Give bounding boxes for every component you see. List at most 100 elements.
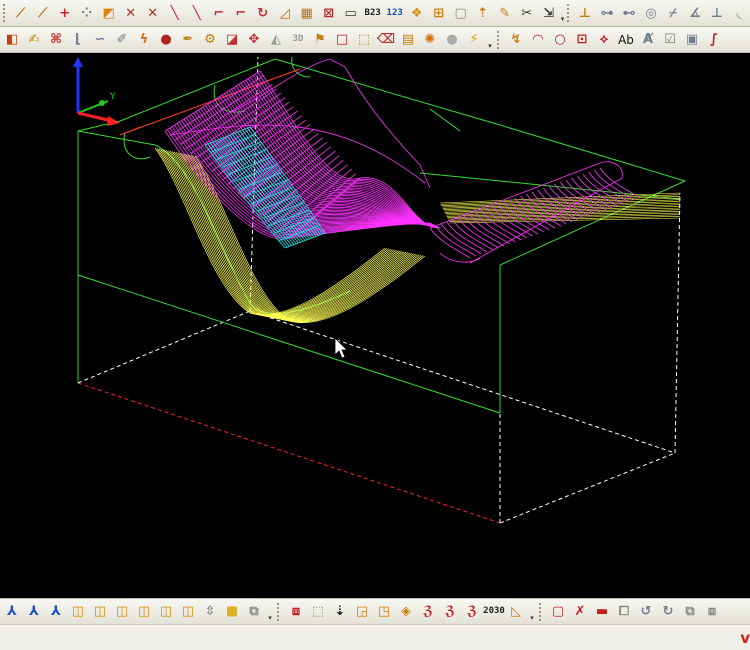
s-curve-icon[interactable]: ∫ [704, 30, 724, 50]
view-square-icon[interactable]: ■ [222, 602, 242, 622]
view-3d-icon[interactable]: 3D [288, 30, 308, 50]
line-horizontal-icon[interactable]: ⊶ [597, 3, 617, 23]
toolbar-overflow-button[interactable]: ▾ [527, 602, 537, 622]
perpendicular-icon[interactable]: ⊥ [707, 3, 727, 23]
line-chain-icon[interactable]: ⟋ [11, 3, 31, 23]
grid-square-icon[interactable]: ⊞ [429, 3, 449, 23]
dot-gray-icon[interactable]: ● [442, 30, 462, 50]
counter-2030-icon[interactable]: 2030 [483, 602, 505, 622]
dimension-text-icon[interactable]: Ⱥ [638, 30, 658, 50]
circle-icon[interactable]: ○ [550, 30, 570, 50]
toolbar-overflow-button[interactable]: ▾ [485, 30, 495, 50]
scissors-icon[interactable]: ✂ [517, 3, 537, 23]
toolbar-grip[interactable] [277, 602, 282, 621]
sparkle-icon[interactable]: ✺ [420, 30, 440, 50]
line-midpoint-icon[interactable]: ⊷ [619, 3, 639, 23]
video-icon[interactable]: ▬ [592, 602, 612, 622]
corner-arc-2-icon[interactable]: ⌐ [231, 3, 251, 23]
rotate-2-icon[interactable]: ↻ [658, 602, 678, 622]
diagonal-line-2-icon[interactable]: ╲ [187, 3, 207, 23]
layer-icon[interactable]: ▤ [398, 30, 418, 50]
square-outline-icon[interactable]: □ [332, 30, 352, 50]
dimension-icon[interactable]: ⊥ [575, 3, 595, 23]
arrow-up-box-icon[interactable]: ⇡ [473, 3, 493, 23]
tangent-icon[interactable]: ⌿ [663, 3, 683, 23]
axis-xyz-3-icon[interactable]: ⅄ [46, 602, 66, 622]
grid-cross-icon[interactable]: ⊠ [319, 3, 339, 23]
3d-viewport[interactable]: Y [0, 53, 750, 598]
checklist-icon[interactable]: ☑ [660, 30, 680, 50]
rotate-icon[interactable]: ↺ [636, 602, 656, 622]
view-right-icon[interactable]: ◫ [134, 602, 154, 622]
layers-icon[interactable]: ⧉ [680, 602, 700, 622]
toolbar-grip[interactable] [497, 30, 502, 49]
view-left-icon[interactable]: ◫ [112, 602, 132, 622]
arc-icon[interactable]: ◠ [528, 30, 548, 50]
wave-icon[interactable]: ∽ [90, 30, 110, 50]
text-ab-icon[interactable]: Ab [616, 30, 636, 50]
pen-draw-icon[interactable]: ✒ [178, 30, 198, 50]
pocket-icon[interactable]: ◲ [352, 602, 372, 622]
eraser-icon[interactable]: ⌫ [376, 30, 396, 50]
calc-icon[interactable]: ▣ [682, 30, 702, 50]
toolpath-z-icon[interactable]: ℨ [418, 602, 438, 622]
sphere-icon[interactable]: ● [156, 30, 176, 50]
toolbar-grip[interactable] [3, 4, 7, 22]
view-bottom-icon[interactable]: ◫ [178, 602, 198, 622]
move-icon[interactable]: ✥ [244, 30, 264, 50]
polyline-icon[interactable]: ⟋ [33, 3, 53, 23]
view-top-icon[interactable]: ◫ [156, 602, 176, 622]
toolbar-overflow-button[interactable]: ▾ [265, 602, 275, 622]
stretch-icon[interactable]: ⇲ [539, 3, 559, 23]
cross-line-2-icon[interactable]: ✕ [143, 3, 163, 23]
extrude-icon[interactable]: ⬚ [354, 30, 374, 50]
delete-shape-icon[interactable]: ✗ [570, 602, 590, 622]
window-icon[interactable]: ⧈ [702, 602, 722, 622]
axis-xyz-2-icon[interactable]: ⅄ [24, 602, 44, 622]
pencil-edit-icon[interactable]: ✎ [495, 3, 515, 23]
drill-icon[interactable]: ⇣ [330, 602, 350, 622]
gear-box-icon[interactable]: ⚙ [200, 30, 220, 50]
toolpath-z3-icon[interactable]: ℨ [462, 602, 482, 622]
lightning-icon[interactable]: ϟ [134, 30, 154, 50]
rectangle-select-icon[interactable]: ⊡ [572, 30, 592, 50]
angle-icon[interactable]: ∡ [685, 3, 705, 23]
curve-arrow-icon[interactable]: ↻ [253, 3, 273, 23]
solid-red-icon[interactable]: ▢ [548, 602, 568, 622]
toolbar-grip[interactable] [539, 602, 544, 621]
rectangle-icon[interactable]: ▭ [341, 3, 361, 23]
frame-icon[interactable]: ▢ [451, 3, 471, 23]
grid-box-icon[interactable]: ▦ [297, 3, 317, 23]
view-iso-icon[interactable]: ⇳ [200, 602, 220, 622]
point-plus-icon[interactable]: + [55, 3, 75, 23]
contour-icon[interactable]: ◳ [374, 602, 394, 622]
copy-icon[interactable]: ⧠ [614, 602, 634, 622]
node-edit-icon[interactable]: ⟡ [594, 30, 614, 50]
box-arrow-icon[interactable]: ◩ [99, 3, 119, 23]
solid-gray-icon[interactable]: ◭ [266, 30, 286, 50]
sequence-icon[interactable]: 123 [385, 3, 405, 23]
triangle-line-icon[interactable]: ◿ [275, 3, 295, 23]
axis-xyz-icon[interactable]: ⅄ [2, 602, 22, 622]
numbering-icon[interactable]: B23 [363, 3, 383, 23]
facing-icon[interactable]: ◈ [396, 602, 416, 622]
pattern-icon[interactable]: ⌘ [46, 30, 66, 50]
solid-cube-icon[interactable]: ◧ [2, 30, 22, 50]
text-shape-icon[interactable]: ✍ [24, 30, 44, 50]
corner-arc-icon[interactable]: ⌐ [209, 3, 229, 23]
surface-finish-icon[interactable]: ◺ [506, 602, 526, 622]
point-grid-icon[interactable]: ⁘ [77, 3, 97, 23]
cross-line-icon[interactable]: ✕ [121, 3, 141, 23]
circle-center-icon[interactable]: ◎ [641, 3, 661, 23]
wand-icon[interactable]: ⚡ [464, 30, 484, 50]
shapes-icon[interactable]: ❖ [407, 3, 427, 23]
profile-icon[interactable]: ⌊ [68, 30, 88, 50]
view-front-icon[interactable]: ◫ [68, 602, 88, 622]
edit-doc-icon[interactable]: ✐ [112, 30, 132, 50]
machining-box-icon[interactable]: ⧈ [286, 602, 306, 622]
surface-flag-icon[interactable]: ⚑ [310, 30, 330, 50]
toolbar-grip[interactable] [567, 4, 571, 22]
boot-icon[interactable]: ◪ [222, 30, 242, 50]
toolbar-overflow-button[interactable]: ▾ [560, 3, 566, 23]
view-wire-icon[interactable]: ⧉ [244, 602, 264, 622]
